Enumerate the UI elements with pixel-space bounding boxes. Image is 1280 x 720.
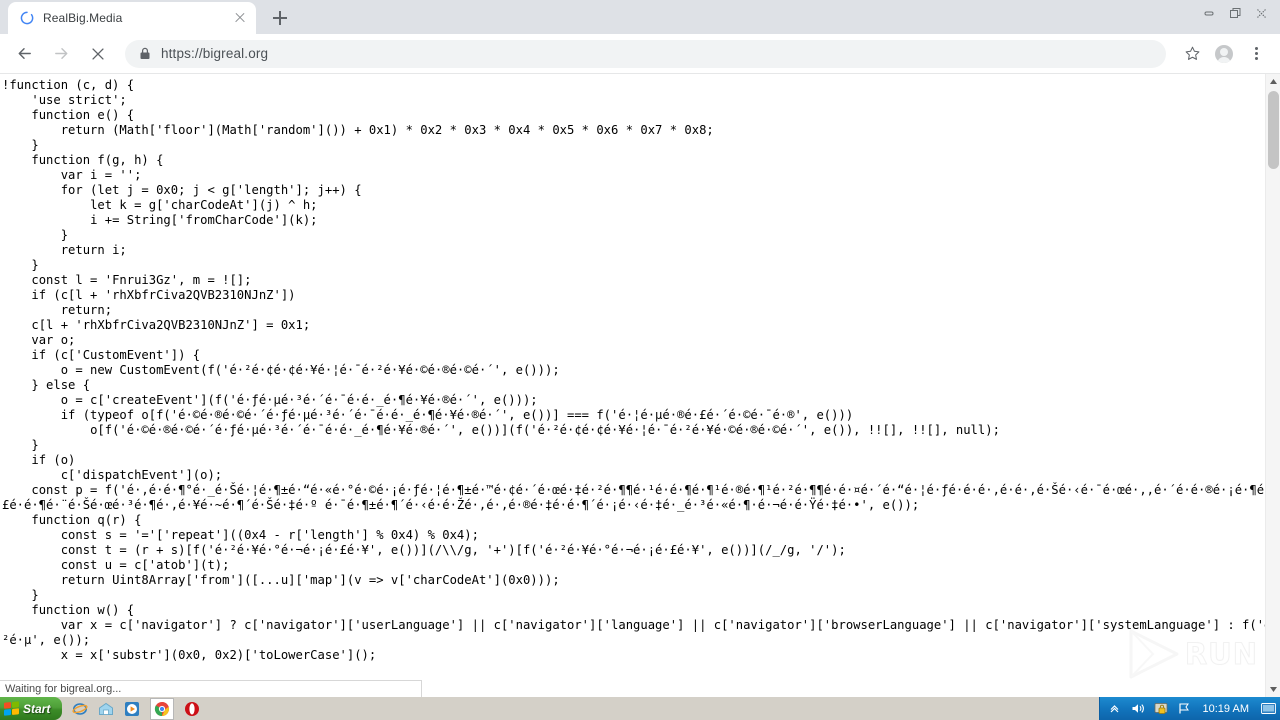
browser-window: RealBig.Media https://bigreal.org !funct… (0, 0, 1280, 697)
chrome-menu-button[interactable] (1242, 40, 1270, 68)
forward-button[interactable] (47, 40, 75, 68)
stop-loading-button[interactable] (84, 40, 112, 68)
profile-avatar[interactable] (1210, 40, 1238, 68)
internet-explorer-icon[interactable] (72, 701, 88, 717)
network-flag-icon[interactable] (1176, 701, 1192, 717)
avatar (1215, 44, 1233, 63)
security-alert-icon[interactable] (1153, 701, 1169, 717)
page-source-code: !function (c, d) { 'use strict'; functio… (2, 78, 1279, 662)
windows-taskbar: Start 10:19 AM (0, 697, 1280, 720)
restore-button[interactable] (1222, 2, 1248, 24)
show-desktop-icon[interactable] (98, 701, 114, 717)
back-button[interactable] (10, 40, 38, 68)
minimize-button[interactable] (1196, 2, 1222, 24)
quick-launch-bar (72, 697, 200, 720)
volume-icon[interactable] (1130, 701, 1146, 717)
windows-logo-icon (4, 701, 19, 716)
window-controls (1196, 0, 1274, 26)
bookmark-star-icon[interactable] (1178, 40, 1206, 68)
taskbar-clock[interactable]: 10:19 AM (1199, 703, 1253, 715)
vertical-scrollbar[interactable] (1265, 74, 1280, 697)
screen: RealBig.Media https://bigreal.org !funct… (0, 0, 1280, 720)
lock-icon (139, 47, 151, 60)
browser-tab[interactable]: RealBig.Media (8, 2, 256, 34)
start-button[interactable]: Start (0, 697, 63, 720)
scroll-down-arrow-icon[interactable] (1266, 682, 1280, 697)
close-button[interactable] (1248, 2, 1274, 24)
status-bar: Waiting for bigreal.org... (0, 680, 422, 697)
browser-toolbar: https://bigreal.org (0, 34, 1280, 74)
scrollbar-thumb[interactable] (1268, 91, 1279, 169)
tab-title: RealBig.Media (43, 11, 123, 25)
chrome-icon[interactable] (150, 697, 175, 720)
close-tab-icon[interactable] (232, 10, 248, 26)
loading-spinner-icon (20, 11, 34, 25)
scroll-up-arrow-icon[interactable] (1266, 74, 1280, 89)
show-desktop-button[interactable] (1260, 701, 1276, 717)
address-bar[interactable]: https://bigreal.org (125, 39, 1166, 68)
system-tray: 10:19 AM (1098, 697, 1280, 720)
page-viewport: !function (c, d) { 'use strict'; functio… (0, 74, 1280, 697)
tab-strip: RealBig.Media (0, 0, 1280, 34)
status-text: Waiting for bigreal.org... (5, 683, 122, 695)
show-hidden-icons-icon[interactable] (1107, 701, 1123, 717)
address-bar-url: https://bigreal.org (161, 46, 269, 61)
start-button-label: Start (23, 701, 51, 716)
new-tab-button[interactable] (266, 4, 294, 32)
opera-icon[interactable] (184, 701, 200, 717)
media-player-icon[interactable] (124, 701, 140, 717)
three-dot-menu-icon (1254, 45, 1258, 62)
